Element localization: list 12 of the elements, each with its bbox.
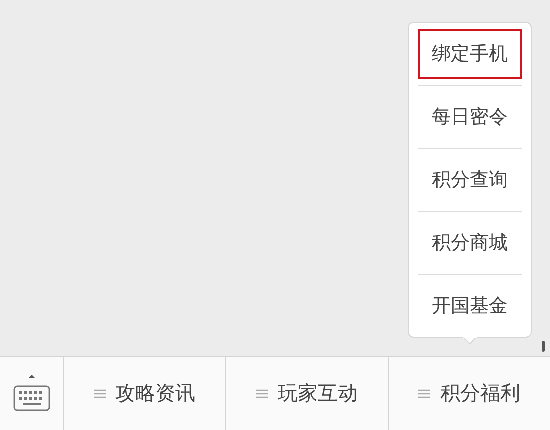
list-icon xyxy=(256,388,268,398)
scrollbar-icon xyxy=(542,341,545,352)
list-icon xyxy=(94,388,106,398)
menu-tab[interactable]: 积分福利 xyxy=(388,357,550,430)
submenu-item[interactable]: 积分商城 xyxy=(418,212,522,274)
menu-tab[interactable]: 攻略资讯 xyxy=(64,357,226,430)
submenu-item[interactable]: 积分查询 xyxy=(418,149,522,211)
submenu-item[interactable]: 开国基金 xyxy=(418,275,522,337)
list-icon xyxy=(418,388,430,398)
submenu-item[interactable]: 每日密令 xyxy=(418,86,522,148)
submenu-item[interactable]: 绑定手机 xyxy=(418,29,522,79)
menu-tab[interactable]: 玩家互动 xyxy=(226,357,389,430)
